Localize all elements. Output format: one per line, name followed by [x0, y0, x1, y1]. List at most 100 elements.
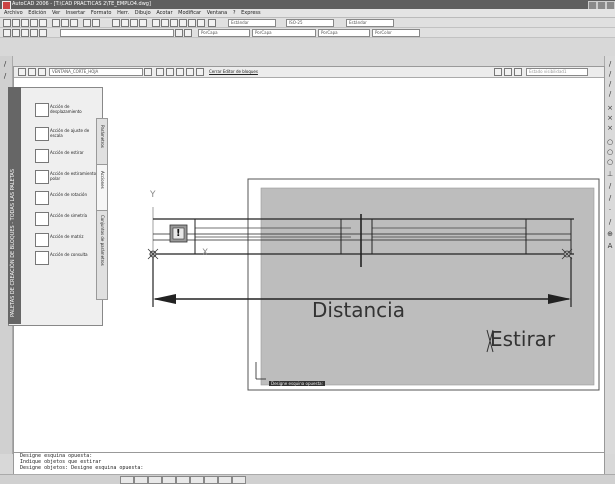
- rotate-icon[interactable]: ×: [606, 124, 614, 132]
- erase-icon[interactable]: /: [606, 60, 614, 68]
- menu-modificar[interactable]: Modificar: [178, 9, 201, 17]
- trim-icon[interactable]: ○: [606, 158, 614, 166]
- menu-insertar[interactable]: Insertar: [66, 9, 85, 17]
- selection-tooltip: Designe esquina opuesta:: [269, 381, 325, 386]
- palette-item-stretch[interactable]: Acción de estirar: [35, 146, 97, 164]
- tab-parametros[interactable]: Parámetros: [96, 118, 108, 165]
- stretch-action-label[interactable]: Estirar: [490, 327, 555, 351]
- save-icon[interactable]: [21, 19, 29, 27]
- command-prompt[interactable]: Designe objetos: Designe esquina opuesta…: [14, 465, 604, 471]
- construction-line-icon[interactable]: /: [1, 72, 9, 80]
- stretch-icon[interactable]: ○: [606, 148, 614, 156]
- layers-toolbar: PorCapa PorCapa PorCapa PorColor: [0, 28, 615, 38]
- layer-lock-icon[interactable]: [30, 29, 38, 37]
- palette-item-mirror[interactable]: Acción de simetría: [35, 209, 97, 227]
- table-style-combo[interactable]: Estándar: [346, 19, 394, 27]
- paste-icon[interactable]: [70, 19, 78, 27]
- copy-icon[interactable]: [61, 19, 69, 27]
- menu-ver[interactable]: Ver: [52, 9, 60, 17]
- pan-icon[interactable]: [112, 19, 120, 27]
- properties-icon[interactable]: [152, 19, 160, 27]
- tool-palettes-icon[interactable]: [170, 19, 178, 27]
- menu-dibujo[interactable]: Dibujo: [135, 9, 151, 17]
- markup-icon[interactable]: [188, 19, 196, 27]
- rotate-action-icon: [35, 191, 49, 205]
- menu-help[interactable]: ?: [233, 9, 236, 17]
- make-current-icon[interactable]: [175, 29, 183, 37]
- zoom-realtime-icon[interactable]: [121, 19, 129, 27]
- layer-on-icon[interactable]: [12, 29, 20, 37]
- menu-formato[interactable]: Formato: [91, 9, 112, 17]
- distance-parameter-label: Distancia: [312, 298, 405, 322]
- tab-conjuntos-parametros[interactable]: Conjuntos de parámetros: [96, 210, 108, 300]
- layer-combo[interactable]: [60, 29, 174, 37]
- cut-icon[interactable]: [52, 19, 60, 27]
- move-action-icon: [35, 103, 49, 117]
- block-icon[interactable]: A: [606, 242, 614, 250]
- text-style-combo[interactable]: Estándar: [228, 19, 276, 27]
- help-icon[interactable]: [208, 19, 216, 27]
- menu-herr[interactable]: Herr.: [117, 9, 129, 17]
- explode-icon[interactable]: ⊕: [606, 230, 614, 238]
- palette-item-rotate[interactable]: Acción de rotación: [35, 188, 97, 206]
- fillet-icon[interactable]: /: [606, 218, 614, 226]
- plot-style-combo[interactable]: PorColor: [372, 29, 420, 37]
- quickcalc-icon[interactable]: [197, 19, 205, 27]
- sheet-set-icon[interactable]: [179, 19, 187, 27]
- layer-freeze-icon[interactable]: [21, 29, 29, 37]
- palette-item-lookup[interactable]: Acción de consulta: [35, 248, 97, 266]
- menu-edicion[interactable]: Edición: [28, 9, 46, 17]
- y-axis-label: Y: [150, 190, 156, 200]
- array-action-icon: [35, 233, 49, 247]
- polar-stretch-icon: [35, 170, 49, 184]
- lookup-action-icon: [35, 251, 49, 265]
- palette-item-move[interactable]: Acción de desplazamiento: [35, 100, 97, 118]
- break-icon[interactable]: /: [606, 182, 614, 190]
- standard-toolbar: Estándar ISO-25 Estándar: [0, 18, 615, 28]
- move-icon[interactable]: ×: [606, 114, 614, 122]
- modify-toolbar: / / / / × × × ○ ○ ○ ⊥ / / · / ⊕ A: [604, 56, 615, 454]
- menu-archivo[interactable]: Archivo: [4, 9, 23, 17]
- preview-icon[interactable]: [39, 19, 47, 27]
- scale-icon[interactable]: ○: [606, 138, 614, 146]
- zoom-window-icon[interactable]: [130, 19, 138, 27]
- array-icon[interactable]: ×: [606, 104, 614, 112]
- menu-bar: Archivo Edición Ver Insertar Formato Her…: [0, 9, 615, 18]
- authoring-palette: Acción de desplazamiento Acción de ajust…: [8, 87, 108, 326]
- command-line[interactable]: Designe esquina opuesta: Indique objetos…: [13, 452, 605, 476]
- offset-icon[interactable]: /: [606, 90, 614, 98]
- copy-object-icon[interactable]: /: [606, 70, 614, 78]
- chamfer-icon[interactable]: ·: [606, 206, 614, 214]
- zoom-previous-icon[interactable]: [139, 19, 147, 27]
- open-icon[interactable]: [12, 19, 20, 27]
- lineweight-combo[interactable]: PorCapa: [318, 29, 370, 37]
- print-icon[interactable]: [30, 19, 38, 27]
- layer-color-icon[interactable]: [39, 29, 47, 37]
- linetype-combo[interactable]: PorCapa: [252, 29, 316, 37]
- stretch-action-icon: [35, 149, 49, 163]
- palette-item-array[interactable]: Acción de matriz: [35, 230, 97, 248]
- palette-item-polar-stretch[interactable]: Acción de estiramiento polar: [35, 167, 97, 185]
- palette-item-scale[interactable]: Acción de ajuste de escala: [35, 124, 97, 142]
- menu-express[interactable]: Express: [241, 9, 261, 17]
- layer-manager-icon[interactable]: [3, 29, 11, 37]
- undo-icon[interactable]: [83, 19, 91, 27]
- layer-previous-icon[interactable]: [184, 29, 192, 37]
- stretch-frame: [260, 187, 595, 386]
- join-icon[interactable]: /: [606, 194, 614, 202]
- dim-style-combo[interactable]: ISO-25: [286, 19, 334, 27]
- warning-marker[interactable]: !: [176, 228, 181, 239]
- palette-title-strip[interactable]: PALETAS DE CREACIÓN DE BLOQUES - TODAS L…: [8, 87, 21, 324]
- mirror-icon[interactable]: /: [606, 80, 614, 88]
- redo-icon[interactable]: [92, 19, 100, 27]
- menu-acotar[interactable]: Acotar: [156, 9, 172, 17]
- tab-acciones[interactable]: Acciones: [96, 164, 108, 211]
- new-icon[interactable]: [3, 19, 11, 27]
- extend-icon[interactable]: ⊥: [606, 170, 614, 178]
- x-axis-label: X: [202, 248, 209, 258]
- color-combo[interactable]: PorCapa: [198, 29, 250, 37]
- scale-action-icon: [35, 127, 49, 141]
- menu-ventana[interactable]: Ventana: [207, 9, 228, 17]
- design-center-icon[interactable]: [161, 19, 169, 27]
- line-icon[interactable]: /: [1, 60, 9, 68]
